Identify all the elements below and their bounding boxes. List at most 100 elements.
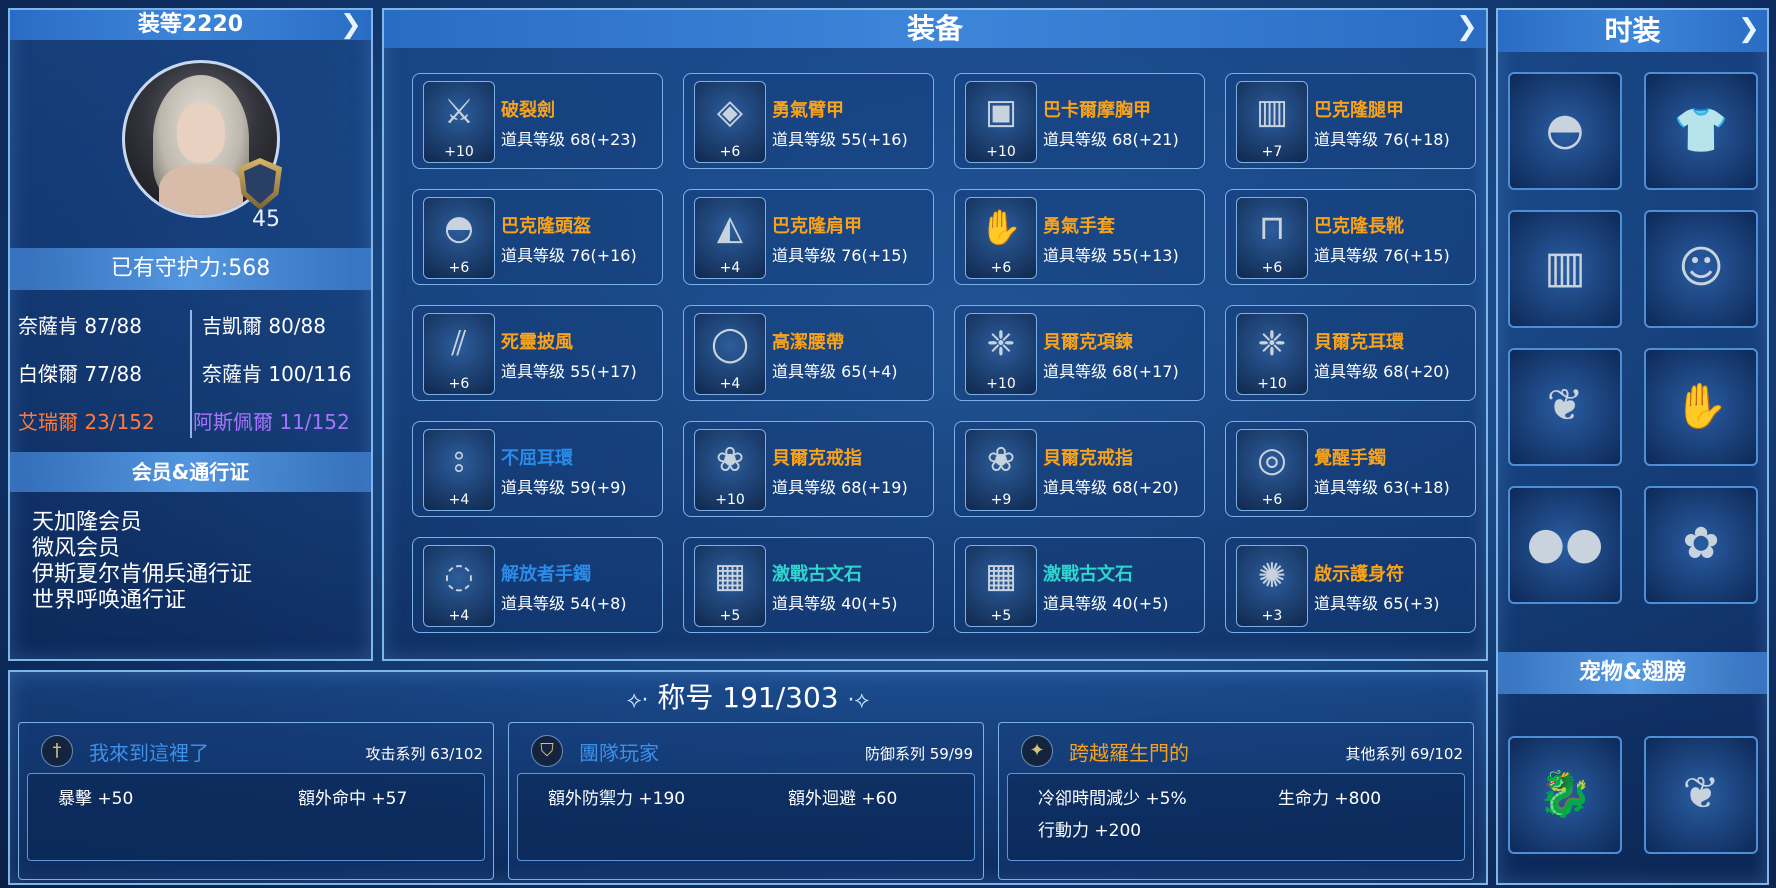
equipment-slot[interactable]: ◭ +4 巴克隆肩甲 道具等级 76(+15) — [683, 189, 934, 285]
enhance-level: +5 — [719, 608, 741, 624]
title-stat: 額外迴避 +60 — [788, 789, 898, 809]
equipment-slot[interactable]: ⊓ +6 巴克隆長靴 道具等级 76(+15) — [1225, 189, 1476, 285]
equipment-item-level: 道具等级 55(+16) — [772, 130, 908, 149]
title-card[interactable]: ✦ 跨越羅生門的 其他系列 69/102 冷卻時間減少 +5% 生命力 +800 行動力 … — [998, 722, 1474, 880]
equipment-icon-frame: ⊓ +6 — [1236, 197, 1308, 279]
equipment-slot[interactable]: ◈ +6 勇氣臂甲 道具等级 55(+16) — [683, 73, 934, 169]
equipment-slot[interactable]: ⚔ +10 破裂劍 道具等级 68(+23) — [412, 73, 663, 169]
pet-slot[interactable]: ❦ — [1644, 736, 1758, 854]
equipment-icon-frame: ⫽ +6 — [423, 313, 495, 395]
equipment-name: 巴克隆長靴 — [1314, 216, 1404, 237]
equipment-item-level: 道具等级 68(+20) — [1314, 362, 1450, 381]
fashion-mask-icon: ☺ — [1678, 242, 1724, 293]
equipment-slot[interactable]: ▥ +7 巴克隆腿甲 道具等级 76(+18) — [1225, 73, 1476, 169]
ring-icon: ❀ — [715, 440, 745, 480]
enhance-level: +3 — [1261, 608, 1283, 624]
title-name: 我來到這裡了 — [89, 741, 209, 765]
equipment-name: 貝爾克項鍊 — [1043, 332, 1133, 353]
title-name: 團隊玩家 — [579, 741, 659, 765]
stat-item: 奈薩肯 100/116 — [202, 362, 352, 386]
equipment-slot[interactable]: ❈ +10 貝爾克項鍊道具等级 68(+17) — [954, 305, 1205, 401]
equipment-item-level: 道具等级 40(+5) — [1043, 594, 1169, 613]
equipment-slot[interactable]: ❀ +9 貝爾克戒指 道具等级 68(+20) — [954, 421, 1205, 517]
equipment-icon-frame: ❀ +9 — [965, 429, 1037, 511]
equipment-name: 巴克隆頭盔 — [501, 216, 591, 237]
shoulder-armor-icon: ◭ — [716, 208, 744, 248]
equipment-slot[interactable]: ◎ +6 覺醒手鐲道具等级 63(+18) — [1225, 421, 1476, 517]
earring-icon: ❈ — [1257, 324, 1287, 364]
equipment-slot[interactable]: ◓ +6 巴克隆頭盔 道具等级 76(+16) — [412, 189, 663, 285]
title-series-progress: 其他系列 69/102 — [1345, 745, 1463, 763]
equipment-slot[interactable]: ▣ +10 巴卡爾摩胸甲 道具等级 68(+21) — [954, 73, 1205, 169]
character-panel: 装等2220 ❯ 45 已有守护力:568 奈薩肯 87/88 吉凱爾 80/8… — [8, 8, 373, 661]
equipment-name: 覺醒手鐲 — [1314, 448, 1386, 469]
equipment-item-level: 道具等级 63(+18) — [1314, 478, 1450, 497]
title-series-progress: 防御系列 59/99 — [865, 745, 973, 763]
ornament-right-icon: ·⟡ — [847, 688, 870, 713]
fashion-slot[interactable]: ☺ — [1644, 210, 1758, 328]
fashion-slot[interactable]: ▥ — [1508, 210, 1622, 328]
boots-icon: ⊓ — [1258, 208, 1286, 248]
equipment-name: 不屈耳環 — [501, 448, 573, 469]
equipment-title: 装备 — [384, 10, 1486, 48]
equipment-item-level: 道具等级 68(+17) — [1043, 362, 1179, 381]
pet-dragon-icon: 🐉 — [1537, 769, 1593, 820]
equipment-item-level: 道具等级 68(+21) — [1043, 130, 1179, 149]
helmet-icon: ◓ — [444, 208, 474, 248]
fashion-slot[interactable]: ◓ — [1508, 72, 1622, 190]
enhance-level: +10 — [986, 376, 1016, 392]
belt-icon: ◯ — [710, 324, 750, 364]
fashion-helmet-icon: ◓ — [1545, 104, 1585, 155]
equipment-slot[interactable]: ◯ +4 高潔腰帶 道具等级 65(+4) — [683, 305, 934, 401]
stat-divider — [190, 310, 192, 438]
corner-ornament-icon: ❯ — [1738, 14, 1760, 44]
enhance-level: +10 — [1257, 376, 1287, 392]
fashion-shorts-icon: ▥ — [1544, 242, 1586, 293]
equipment-slot[interactable]: ❈ +10 貝爾克耳環道具等级 68(+20) — [1225, 305, 1476, 401]
equipment-name: 勇氣臂甲 — [772, 100, 844, 121]
equipment-name: 貝爾克耳環 — [1314, 332, 1404, 353]
stat-item: 阿斯佩爾 11/152 — [193, 410, 350, 434]
equipment-name: 高潔腰帶 — [772, 332, 844, 353]
pet-slot[interactable]: 🐉 — [1508, 736, 1622, 854]
stat-item: 艾瑞爾 23/152 — [18, 410, 155, 434]
equipment-item-level: 道具等级 68(+20) — [1043, 478, 1179, 497]
equipment-slot[interactable]: ⫽ +6 死靈披風 道具等级 55(+17) — [412, 305, 663, 401]
rune-stone-icon: ▦ — [713, 556, 747, 596]
fashion-slot[interactable]: 👕 — [1644, 72, 1758, 190]
equipment-name: 解放者手鐲 — [501, 564, 591, 585]
title-stat: 暴擊 +50 — [58, 789, 134, 809]
equipment-panel: 装备 ❯ ⚔ +10 破裂劍 道具等级 68(+23) ◈ +6 勇氣臂甲 道具等级 55(+… — [382, 8, 1488, 661]
equipment-icon-frame: ❈ +10 — [965, 313, 1037, 395]
equipment-slot[interactable]: ▦ +5 激戰古文石 道具等级 40(+5) — [954, 537, 1205, 633]
title-stat: 額外防禦力 +190 — [548, 789, 686, 809]
membership-item: 天加隆会员 — [32, 510, 143, 535]
fashion-wing-arm-icon: ❦ — [1546, 380, 1584, 431]
fashion-slot[interactable]: ❦ — [1508, 348, 1622, 466]
amulet-icon: ✺ — [1257, 556, 1287, 596]
enhance-level: +9 — [990, 492, 1012, 508]
title-card[interactable]: † 我來到這裡了 攻击系列 63/102 暴擊 +50 額外命中 +57 — [18, 722, 494, 880]
bracelet-icon: ◎ — [1257, 440, 1287, 480]
equipment-slot[interactable]: ✋ +6 勇氣手套 道具等级 55(+13) — [954, 189, 1205, 285]
enhance-level: +6 — [448, 376, 470, 392]
equipment-slot[interactable]: ◌ +4 解放者手鐲 道具等级 54(+8) — [412, 537, 663, 633]
equipment-slot[interactable]: ✺ +3 啟示護身符 道具等级 65(+3) — [1225, 537, 1476, 633]
equipment-name: 破裂劍 — [501, 100, 555, 121]
equipment-slot[interactable]: ▦ +5 激戰古文石 道具等级 40(+5) — [683, 537, 934, 633]
enhance-level: +10 — [444, 144, 474, 160]
equipment-icon-frame: ▦ +5 — [965, 545, 1037, 627]
equipment-item-level: 道具等级 65(+3) — [1314, 594, 1440, 613]
fashion-slot[interactable]: ✿ — [1644, 486, 1758, 604]
fashion-top-icon: 👕 — [1673, 105, 1729, 156]
equipment-slot[interactable]: ⦂ +4 不屈耳環 道具等级 59(+9) — [412, 421, 663, 517]
fashion-slot[interactable]: ✋ — [1644, 348, 1758, 466]
equipment-icon-frame: ❈ +10 — [1236, 313, 1308, 395]
guard-power: 已有守护力:568 — [10, 248, 371, 290]
title-card[interactable]: ⛉ 團隊玩家 防御系列 59/99 額外防禦力 +190 額外迴避 +60 — [508, 722, 984, 880]
enhance-level: +6 — [1261, 492, 1283, 508]
cloak-icon: ⫽ — [451, 324, 467, 364]
equipment-slot[interactable]: ❀ +10 貝爾克戒指 道具等级 68(+19) — [683, 421, 934, 517]
fashion-slot[interactable]: ●● — [1508, 486, 1622, 604]
equipment-name: 激戰古文石 — [772, 564, 862, 585]
